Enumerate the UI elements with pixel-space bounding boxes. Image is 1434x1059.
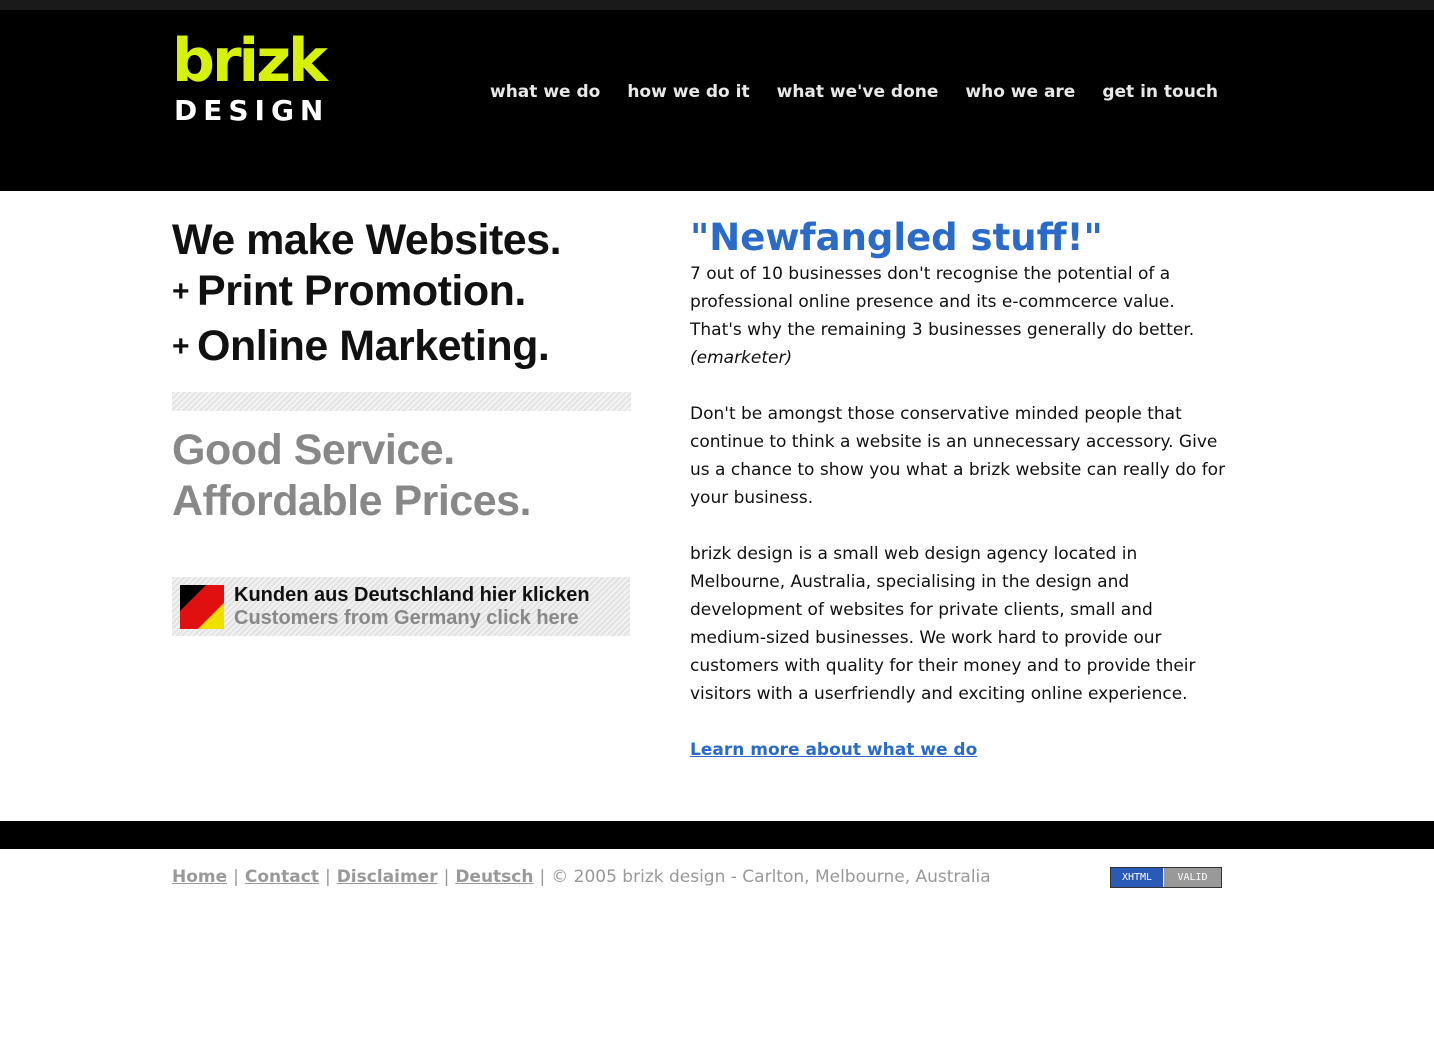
tagline-line-2: + Print Promotion. (172, 267, 526, 315)
xhtml-valid-badge[interactable]: XHTML VALID (1110, 867, 1222, 888)
learn-more-link[interactable]: Learn more about what we do (690, 740, 977, 760)
main-content: "Newfangled stuff!" 7 out of 10 business… (690, 214, 1230, 764)
divider-stripe (172, 392, 631, 411)
intro-source: (emarketer) (690, 348, 793, 368)
left-column: We make Websites. + Print Promotion. + Onl… (172, 215, 632, 527)
logo-wordmark: brizk (172, 26, 328, 96)
footer-copyright: © 2005 brizk design - Carlton, Melbourne… (551, 867, 991, 887)
footer-separator: | (324, 867, 331, 887)
germany-banner-english-text: Customers from Germany click here (234, 607, 579, 629)
nav-who-we-are[interactable]: who we are (965, 80, 1075, 104)
footer-deutsch-link[interactable]: Deutsch (455, 867, 533, 887)
plus-icon: + (172, 330, 190, 363)
footer-contact-link[interactable]: Contact (245, 867, 319, 887)
badge-right-text: VALID (1164, 868, 1221, 887)
germany-banner-german-text: Kunden aus Deutschland hier klicken (234, 584, 590, 606)
service-line-1: Good Service. (172, 426, 455, 474)
tagline: We make Websites. + Print Promotion. + Onl… (172, 215, 632, 376)
footer-disclaimer-link[interactable]: Disclaimer (337, 867, 438, 887)
nav-get-in-touch[interactable]: get in touch (1102, 80, 1218, 104)
tagline-line-3: + Online Marketing. (172, 322, 550, 370)
footer-separator: | (443, 867, 450, 887)
service-line-2: Affordable Prices. (172, 477, 532, 525)
footer: Home | Contact | Disclaimer | Deutsch | © 2005 b… (172, 864, 991, 890)
pitch-paragraph: Don't be amongst those conservative mind… (690, 404, 1226, 508)
brizk-logo[interactable]: brizk DESIGN (172, 26, 332, 132)
footer-separator: | (539, 867, 546, 887)
nav-what-we-do[interactable]: what we do (490, 80, 600, 104)
tagline-line-1: We make Websites. (172, 216, 562, 264)
badge-left-text: XHTML (1111, 868, 1164, 887)
page-headline: "Newfangled stuff!" (690, 216, 1103, 259)
intro-paragraph: 7 out of 10 businesses don't recognise t… (690, 260, 1230, 372)
footer-separator: | (233, 867, 239, 887)
german-flag-icon (180, 585, 224, 629)
footer-bar (0, 821, 1434, 849)
site-header: brizk DESIGN what we do how we do it wha… (0, 10, 1434, 191)
nav-what-weve-done[interactable]: what we've done (777, 80, 939, 104)
main-nav: what we do how we do it what we've done … (490, 80, 1245, 104)
plus-icon: + (172, 275, 190, 308)
intro-text: 7 out of 10 businesses don't recognise t… (690, 264, 1195, 340)
nav-how-we-do-it[interactable]: how we do it (627, 80, 749, 104)
germany-banner-link[interactable]: Kunden aus Deutschland hier klicken Cust… (172, 577, 630, 636)
service-slogan: Good Service. Affordable Prices. (172, 425, 632, 527)
footer-home-link[interactable]: Home (172, 867, 227, 887)
about-paragraph: brizk design is a small web design agenc… (690, 544, 1196, 704)
logo-subtitle: DESIGN (174, 94, 330, 127)
